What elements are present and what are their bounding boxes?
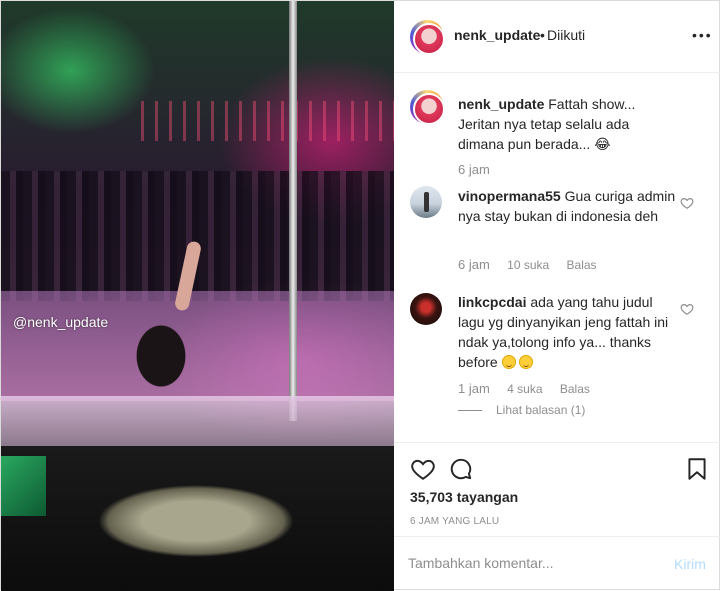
caption-meta: 6 jam bbox=[458, 162, 504, 177]
comments-list: nenk_update Fattah show... Jeritan nya t… bbox=[394, 74, 720, 442]
caption-emoji: 😂 bbox=[594, 136, 611, 152]
bookmark-icon[interactable] bbox=[684, 456, 710, 482]
glass-barrier bbox=[1, 396, 394, 446]
caption: nenk_update Fattah show... Jeritan nya t… bbox=[458, 94, 678, 154]
comment-icon[interactable] bbox=[448, 456, 474, 482]
reply-button[interactable]: Balas bbox=[567, 258, 597, 272]
header-username[interactable]: nenk_update bbox=[454, 27, 540, 43]
post-window: @nenk_update nenk_update • Diikuti ••• n… bbox=[0, 0, 720, 591]
dance-pole bbox=[289, 1, 297, 421]
replies-divider bbox=[458, 410, 482, 412]
add-comment-bar: Kirim bbox=[394, 536, 720, 591]
caption-username[interactable]: nenk_update bbox=[458, 96, 544, 112]
heart-icon[interactable] bbox=[410, 456, 436, 482]
video-player[interactable]: @nenk_update bbox=[1, 1, 394, 591]
stage-lights bbox=[141, 101, 394, 141]
caption-avatar[interactable] bbox=[410, 90, 445, 125]
reply-button[interactable]: Balas bbox=[560, 382, 590, 396]
smile-emoji-icon bbox=[519, 355, 534, 369]
comment-likes[interactable]: 10 suka bbox=[507, 258, 549, 272]
comment-time[interactable]: 1 jam bbox=[458, 381, 490, 396]
header-separator: • bbox=[540, 27, 545, 43]
comment-avatar[interactable] bbox=[410, 186, 442, 218]
view-count[interactable]: 35,703 tayangan bbox=[410, 489, 518, 505]
post-time[interactable]: 6 JAM YANG LALU bbox=[410, 516, 499, 527]
comment-username[interactable]: linkcpcdai bbox=[458, 294, 526, 310]
post-header: nenk_update • Diikuti ••• bbox=[394, 1, 720, 73]
avatar[interactable] bbox=[410, 20, 445, 55]
comment-time[interactable]: 6 jam bbox=[458, 257, 490, 272]
post-actions: 35,703 tayangan 6 JAM YANG LALU bbox=[394, 442, 720, 542]
comment-avatar[interactable] bbox=[410, 293, 442, 325]
green-light bbox=[1, 456, 46, 516]
comment-input[interactable] bbox=[408, 555, 648, 571]
comment-like-icon[interactable] bbox=[680, 196, 694, 210]
video-watermark: @nenk_update bbox=[13, 314, 109, 330]
comment-meta: 6 jam 10 suka Balas bbox=[458, 257, 611, 272]
comment-meta: 1 jam 4 suka Balas bbox=[458, 381, 604, 396]
comment-likes[interactable]: 4 suka bbox=[507, 382, 542, 396]
view-replies[interactable]: Lihat balasan (1) bbox=[458, 403, 585, 417]
money-pile bbox=[61, 471, 331, 571]
dancer bbox=[121, 301, 201, 401]
smile-emoji-icon bbox=[501, 355, 516, 369]
comment-username[interactable]: vinopermana55 bbox=[458, 188, 561, 204]
comment-item: vinopermana55 Gua curiga admin nya stay … bbox=[458, 186, 678, 226]
follow-status[interactable]: Diikuti bbox=[547, 27, 585, 43]
view-replies-label[interactable]: Lihat balasan (1) bbox=[496, 403, 585, 417]
post-comment-button[interactable]: Kirim bbox=[674, 556, 706, 572]
comment-like-icon[interactable] bbox=[680, 302, 694, 316]
more-icon[interactable]: ••• bbox=[692, 27, 713, 43]
caption-time[interactable]: 6 jam bbox=[458, 162, 490, 177]
comment-item: linkcpcdai ada yang tahu judul lagu yg d… bbox=[458, 292, 678, 372]
post-sidebar: nenk_update • Diikuti ••• nenk_update Fa… bbox=[394, 1, 720, 591]
crowd bbox=[1, 171, 394, 301]
